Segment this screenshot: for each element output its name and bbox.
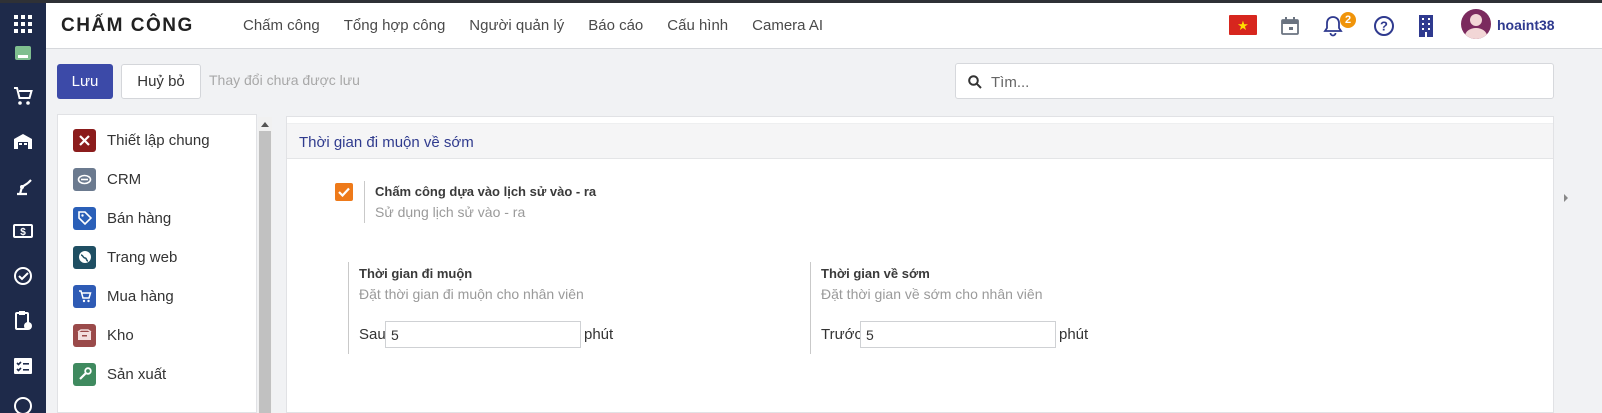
tag-icon <box>73 206 96 230</box>
scrollbar-thumb[interactable] <box>259 131 271 413</box>
calendar-icon[interactable] <box>1277 13 1303 39</box>
cancel-button[interactable]: Huỷ bỏ <box>121 64 201 99</box>
sidebar-item-label: Trang web <box>107 248 178 266</box>
history-setting-title: Chấm công dựa vào lịch sử vào - ra <box>375 184 597 199</box>
early-setting-description: Đặt thời gian về sớm cho nhân viên <box>821 286 1043 302</box>
sidebar-item-sales[interactable]: Bán hàng <box>73 206 171 230</box>
early-unit-label: phút <box>1059 326 1089 343</box>
late-unit-label: phút <box>584 326 614 343</box>
language-flag-icon[interactable]: ★ <box>1229 15 1257 35</box>
settings-sidebar: Thiết lập chung CRM Bán hàng Trang web M… <box>57 114 257 413</box>
collapse-arrow-icon[interactable] <box>1564 194 1568 202</box>
contacts-icon[interactable] <box>0 42 46 64</box>
sidebar-item-label: Mua hàng <box>107 287 174 305</box>
company-building-icon[interactable] <box>1413 13 1439 39</box>
wrench-icon <box>73 362 96 386</box>
handshake-icon <box>73 167 96 191</box>
apps-grid-icon[interactable] <box>0 9 46 39</box>
sidebar-item-label: Sản xuất <box>107 365 167 383</box>
menu-item-bao-cao[interactable]: Báo cáo <box>588 17 643 34</box>
search-box[interactable] <box>955 63 1554 99</box>
late-minutes-input[interactable] <box>385 321 581 348</box>
app-rail: $ <box>0 3 46 413</box>
menu-item-cau-hinh[interactable]: Cấu hình <box>667 17 728 34</box>
late-setting-description: Đặt thời gian đi muộn cho nhân viên <box>359 286 584 302</box>
history-setting-description: Sử dụng lịch sử vào - ra <box>375 204 526 220</box>
sidebar-item-label: CRM <box>107 170 142 188</box>
late-prefix-label: Sau <box>359 326 386 343</box>
globe-icon <box>73 245 96 269</box>
notification-badge: 2 <box>1340 12 1356 28</box>
setting-divider <box>348 262 349 354</box>
payroll-icon[interactable]: $ <box>0 216 46 246</box>
sidebar-item-website[interactable]: Trang web <box>73 245 177 269</box>
sidebar-item-label: Kho <box>107 326 134 344</box>
menu-item-cham-cong[interactable]: Chấm công <box>243 17 320 34</box>
help-icon[interactable]: ? <box>1371 13 1397 39</box>
menu-item-nguoi-quan-ly[interactable]: Người quản lý <box>469 17 564 34</box>
sidebar-item-manufacturing[interactable]: Sản xuất <box>73 362 166 386</box>
avatar[interactable] <box>1461 9 1491 39</box>
robot-arm-icon[interactable] <box>0 171 46 201</box>
username[interactable]: hoaint38 <box>1497 17 1555 33</box>
sidebar-item-crm[interactable]: CRM <box>73 167 141 191</box>
tools-icon <box>73 128 96 152</box>
search-input[interactable] <box>991 72 1531 92</box>
late-setting-title: Thời gian đi muộn <box>359 266 473 281</box>
early-prefix-label: Trước <box>821 326 862 343</box>
sidebar-item-label: Thiết lập chung <box>107 131 210 149</box>
main-menu: Chấm công Tổng hợp công Người quản lý Bá… <box>243 17 847 34</box>
top-navbar: CHẤM CÔNG Chấm công Tổng hợp công Người … <box>46 3 1602 49</box>
shopping-cart-icon[interactable] <box>0 81 46 111</box>
sidebar-item-label: Bán hàng <box>107 209 172 227</box>
svg-text:?: ? <box>1380 19 1388 34</box>
setting-divider <box>364 181 365 223</box>
sidebar-scrollbar[interactable] <box>258 117 272 413</box>
warehouse-icon[interactable] <box>0 126 46 156</box>
check-circle-icon[interactable] <box>0 261 46 291</box>
scroll-up-arrow-icon[interactable] <box>258 117 272 131</box>
cart-icon <box>73 284 96 308</box>
early-setting-title: Thời gian về sớm <box>821 266 930 281</box>
menu-item-camera-ai[interactable]: Camera AI <box>752 17 823 34</box>
sidebar-item-inventory[interactable]: Kho <box>73 323 134 347</box>
save-button[interactable]: Lưu <box>57 64 113 99</box>
app-title[interactable]: CHẤM CÔNG <box>61 15 194 37</box>
history-checkbox[interactable] <box>335 183 353 201</box>
search-icon <box>968 75 982 89</box>
setting-divider <box>810 262 811 354</box>
menu-item-tong-hop-cong[interactable]: Tổng hợp công <box>344 17 446 34</box>
sidebar-item-general-settings[interactable]: Thiết lập chung <box>73 128 210 152</box>
settings-panel: Thời gian đi muộn về sớm Chấm công dựa v… <box>286 116 1554 413</box>
checklist-icon[interactable] <box>0 351 46 381</box>
section-title: Thời gian đi muộn về sớm <box>299 134 474 151</box>
early-minutes-input[interactable] <box>860 321 1056 348</box>
section-header: Thời gian đi muộn về sớm <box>287 123 1553 159</box>
box-icon <box>73 323 96 347</box>
unsaved-changes-text: Thay đổi chưa được lưu <box>209 72 360 88</box>
clipboard-clock-icon[interactable] <box>0 306 46 336</box>
svg-text:$: $ <box>20 227 26 238</box>
more-apps-icon[interactable] <box>0 395 46 413</box>
sidebar-item-purchase[interactable]: Mua hàng <box>73 284 174 308</box>
